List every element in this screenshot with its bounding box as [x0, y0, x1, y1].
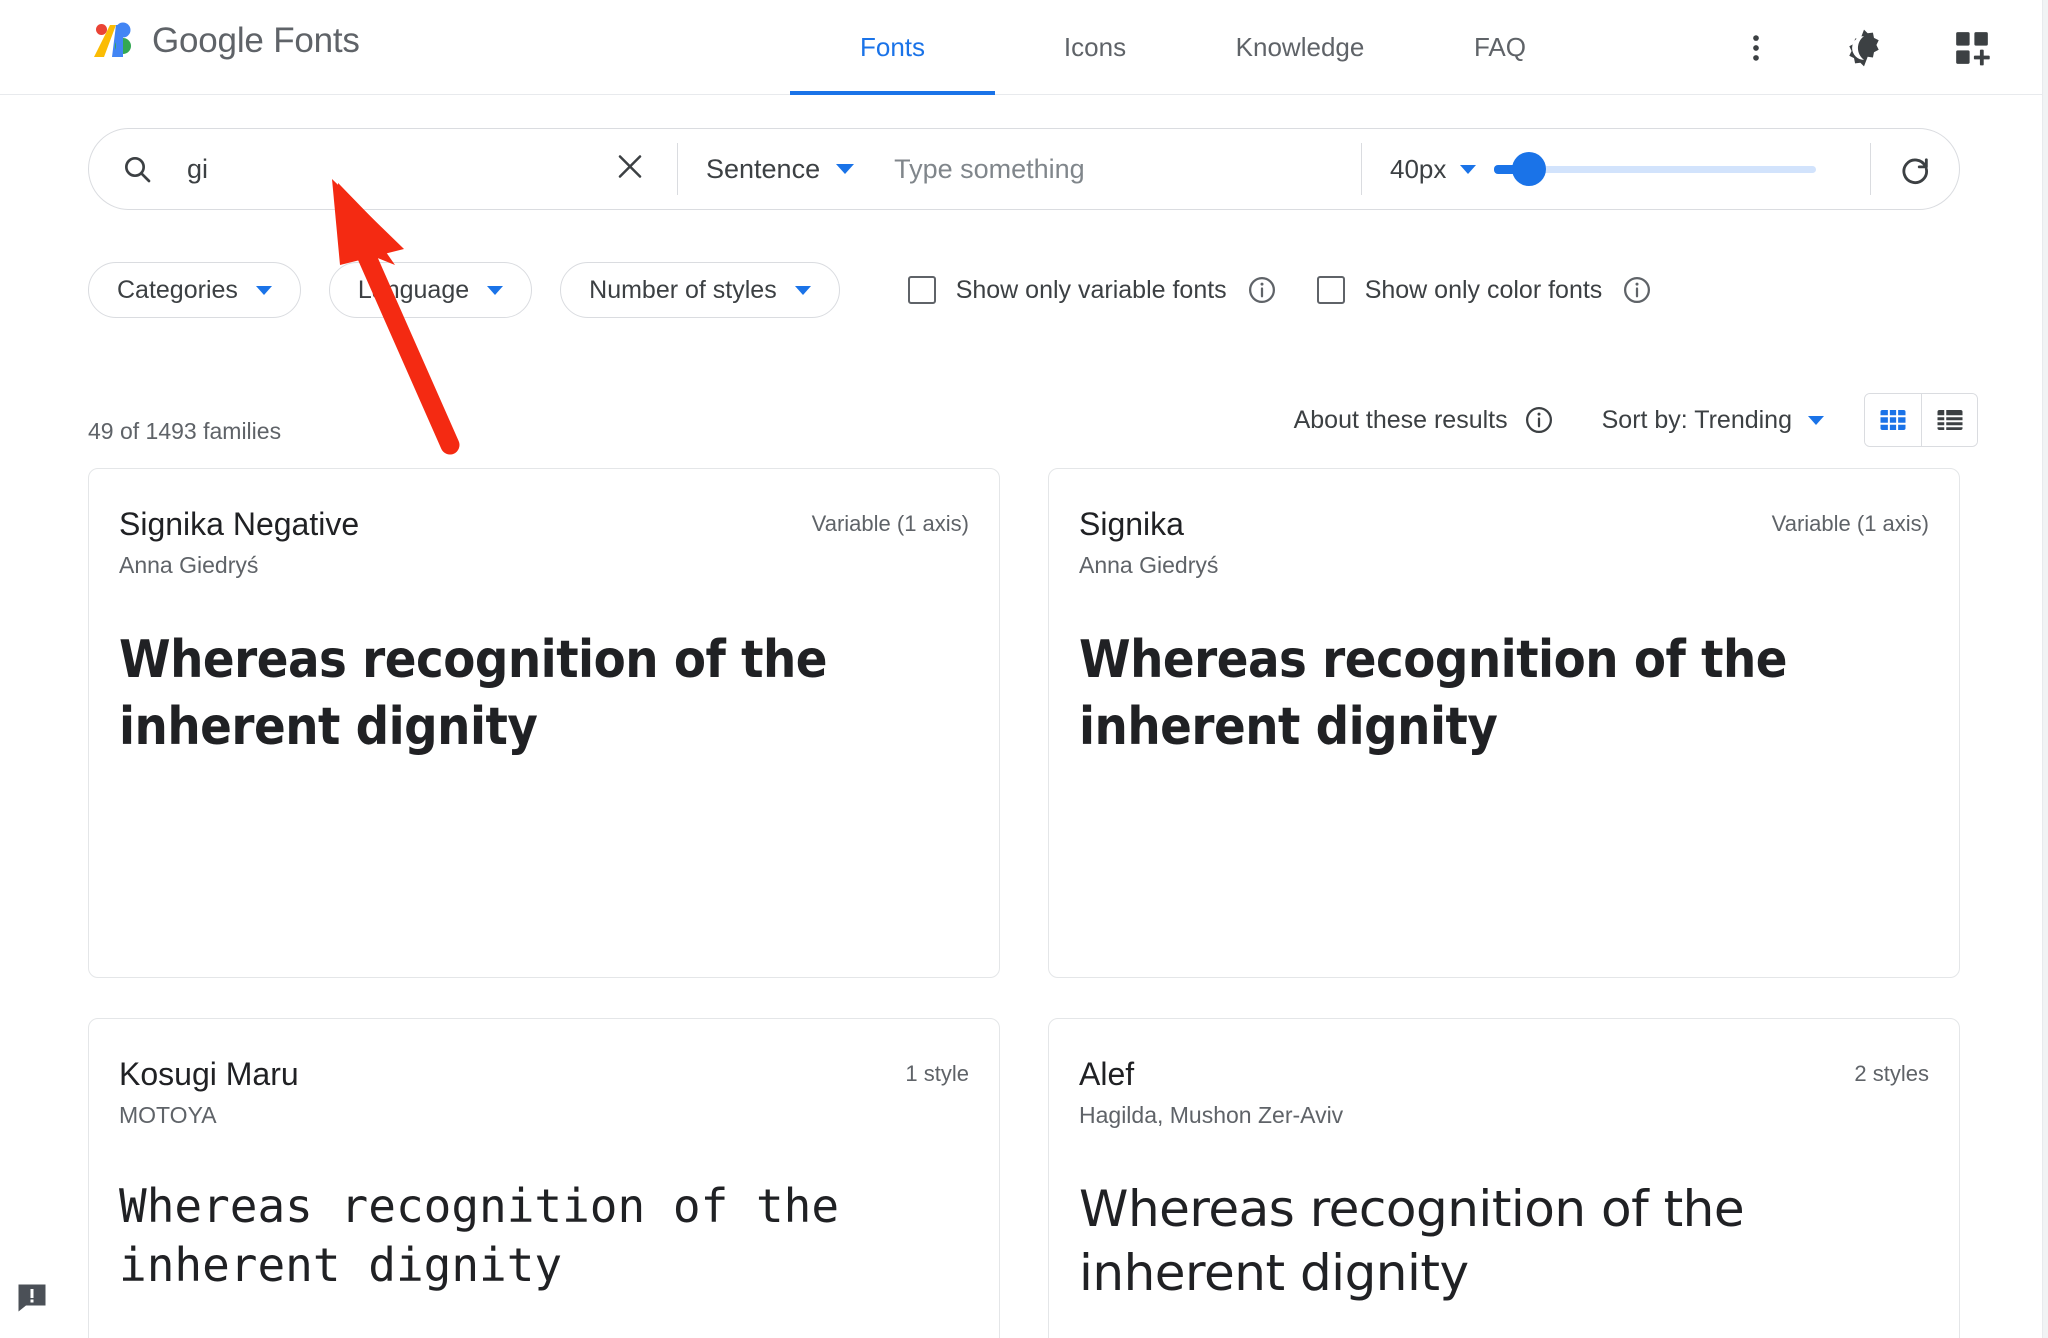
- dark-mode-icon[interactable]: [1843, 27, 1885, 69]
- font-card-header: Signika Anna Giedryś Variable (1 axis): [1079, 505, 1929, 579]
- grid-view-button[interactable]: [1865, 394, 1921, 446]
- search-toolbar: gi Sentence Type something 40px: [88, 128, 1960, 210]
- language-filter-label: Language: [357, 275, 470, 304]
- search-icon: [121, 153, 165, 185]
- about-these-results[interactable]: About these results: [1294, 405, 1554, 435]
- search-input-value: gi: [187, 153, 209, 184]
- google-fonts-logo[interactable]: Google Fonts: [90, 17, 360, 65]
- info-icon[interactable]: [1247, 275, 1277, 305]
- slider-thumb[interactable]: [1512, 152, 1547, 186]
- info-icon[interactable]: [1622, 275, 1652, 305]
- font-card-name: Signika Negative: [119, 506, 360, 542]
- categories-filter-label: Categories: [117, 275, 238, 304]
- font-card-grid: Signika Negative Anna Giedryś Variable (…: [88, 468, 1960, 1338]
- variable-fonts-label: Show only variable fonts: [955, 275, 1227, 304]
- results-toolbar: About these results Sort by: Trending: [1294, 393, 1978, 447]
- chevron-down-icon: [836, 164, 855, 174]
- preview-text-group: Sentence Type something: [678, 129, 1361, 209]
- font-card-header: Kosugi Maru MOTOYA 1 style: [119, 1055, 969, 1129]
- tab-fonts[interactable]: Fonts: [790, 0, 995, 95]
- app-header: Google Fonts Fonts Icons Knowledge FAQ: [0, 0, 2048, 95]
- reset-button[interactable]: [1871, 129, 1959, 209]
- font-card-name: Kosugi Maru: [119, 1056, 299, 1092]
- font-card-styles: 1 style: [905, 1061, 969, 1086]
- tab-faq[interactable]: FAQ: [1405, 0, 1595, 95]
- sort-by-select[interactable]: Sort by: Trending: [1602, 406, 1824, 435]
- color-fonts-checkbox[interactable]: Show only color fonts: [1316, 275, 1653, 305]
- chevron-down-icon: [487, 285, 504, 295]
- font-card-name: Signika: [1079, 506, 1184, 542]
- grid-view-icon: [1880, 410, 1906, 430]
- font-card[interactable]: Alef Hagilda, Mushon Zer-Aviv 2 styles W…: [1048, 1018, 1960, 1338]
- preview-text-input[interactable]: Type something: [894, 154, 1085, 185]
- logo-product-text: Fonts: [273, 21, 360, 60]
- chevron-down-icon: [794, 285, 811, 295]
- list-view-icon: [1937, 410, 1962, 430]
- font-card[interactable]: Signika Anna Giedryś Variable (1 axis) W…: [1048, 468, 1960, 978]
- more-vert-icon[interactable]: [1735, 27, 1777, 69]
- font-card-author: Hagilda, Mushon Zer-Aviv: [1079, 1102, 1344, 1129]
- font-card-preview: Whereas recognition of the inherent dign…: [119, 630, 828, 757]
- logo-google-text: Google: [152, 21, 264, 60]
- preview-type-label: Sentence: [706, 153, 821, 184]
- font-card-header: Alef Hagilda, Mushon Zer-Aviv 2 styles: [1079, 1055, 1929, 1129]
- filter-row: Categories Language Number of styles Sho…: [88, 262, 1652, 318]
- font-card-preview: Whereas recognition of the inherent dign…: [1079, 630, 1788, 757]
- checkbox-box[interactable]: [907, 276, 936, 304]
- header-icon-group: [1735, 0, 1993, 95]
- font-card-author: Anna Giedryś: [1079, 552, 1219, 579]
- scrollbar-rail[interactable]: [2042, 0, 2048, 1338]
- font-card-preview: Whereas recognition of the inherent dign…: [1079, 1180, 1745, 1303]
- chevron-down-icon: [255, 285, 272, 295]
- font-card[interactable]: Kosugi Maru MOTOYA 1 style Whereas recog…: [88, 1018, 1000, 1338]
- font-size-label: 40px: [1390, 153, 1447, 184]
- font-size-select[interactable]: 40px: [1390, 153, 1477, 185]
- info-icon[interactable]: [1524, 405, 1554, 435]
- preview-type-select[interactable]: Sentence: [706, 153, 855, 185]
- chevron-down-icon: [1808, 415, 1824, 425]
- list-view-button[interactable]: [1921, 394, 1977, 446]
- chevron-down-icon: [1460, 164, 1477, 174]
- logo-wordmark: Google Fonts: [152, 17, 360, 65]
- font-card-styles: Variable (1 axis): [811, 511, 969, 536]
- refresh-icon: [1902, 158, 1928, 184]
- close-icon[interactable]: [615, 152, 645, 187]
- font-card-styles: Variable (1 axis): [1771, 511, 1929, 536]
- feedback-icon[interactable]: [14, 1280, 50, 1316]
- font-card-styles: 2 styles: [1854, 1061, 1929, 1086]
- variable-fonts-checkbox[interactable]: Show only variable fonts: [907, 275, 1277, 305]
- font-card-author: MOTOYA: [119, 1102, 217, 1129]
- font-card-header: Signika Negative Anna Giedryś Variable (…: [119, 505, 969, 579]
- number-of-styles-filter-label: Number of styles: [589, 275, 777, 304]
- tab-knowledge[interactable]: Knowledge: [1195, 0, 1405, 95]
- font-size-group: 40px: [1362, 129, 1870, 209]
- main-nav: Fonts Icons Knowledge FAQ: [790, 0, 1595, 95]
- font-size-slider[interactable]: [1494, 152, 1817, 186]
- search-input[interactable]: gi: [89, 129, 677, 209]
- font-card-preview: Whereas recognition of the inherent dign…: [119, 1179, 840, 1293]
- number-of-styles-filter[interactable]: Number of styles: [560, 262, 840, 318]
- google-fonts-logo-icon: [94, 22, 131, 57]
- results-count: 49 of 1493 families: [88, 418, 282, 444]
- font-card-author: Anna Giedryś: [119, 552, 259, 579]
- checkbox-box[interactable]: [1316, 276, 1345, 304]
- tab-icons[interactable]: Icons: [995, 0, 1195, 95]
- language-filter[interactable]: Language: [328, 262, 533, 318]
- about-these-results-label: About these results: [1293, 405, 1508, 434]
- font-card-name: Alef: [1079, 1056, 1135, 1092]
- categories-filter[interactable]: Categories: [88, 262, 301, 318]
- font-card[interactable]: Signika Negative Anna Giedryś Variable (…: [88, 468, 1000, 978]
- view-toggle-group: [1864, 393, 1978, 447]
- sort-by-label: Sort by: Trending: [1601, 405, 1792, 434]
- add-collection-icon[interactable]: [1951, 27, 1993, 69]
- color-fonts-label: Show only color fonts: [1364, 275, 1603, 304]
